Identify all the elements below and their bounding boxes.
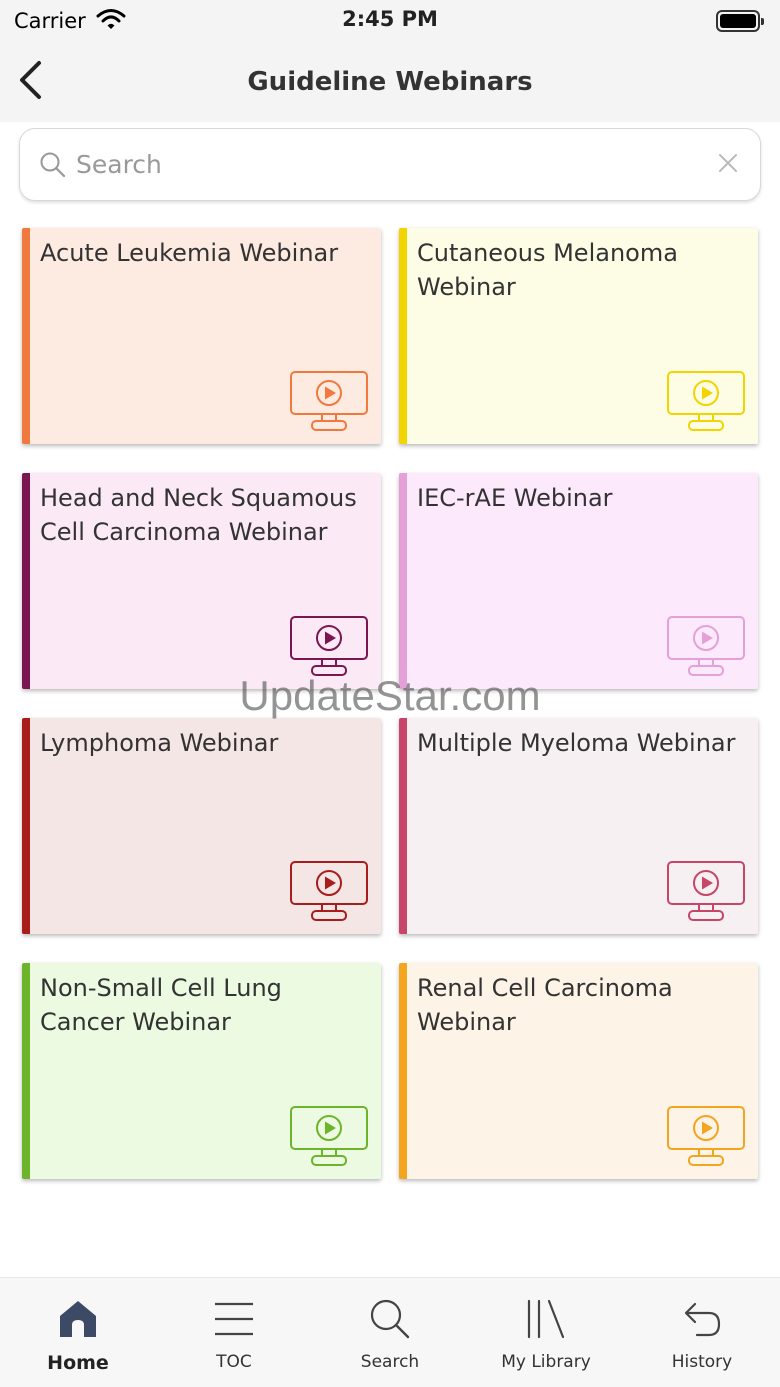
- tab-label: Home: [47, 1352, 109, 1374]
- video-monitor-icon: [289, 615, 369, 677]
- card-title: IEC-rAE Webinar: [417, 484, 613, 512]
- video-monitor-icon: [666, 1105, 746, 1167]
- search-icon: [367, 1296, 413, 1342]
- video-monitor-icon: [289, 370, 369, 432]
- card-title: Renal Cell Carcinoma Webinar: [417, 974, 673, 1036]
- webinar-card-multiple-myeloma[interactable]: Multiple Myeloma Webinar: [399, 718, 758, 934]
- tab-bar: Home TOC Search My Library History: [0, 1277, 780, 1387]
- search-icon: [36, 148, 70, 182]
- tab-label: My Library: [501, 1352, 591, 1372]
- battery-icon: [716, 10, 764, 32]
- back-button[interactable]: [10, 56, 50, 108]
- tab-history[interactable]: History: [624, 1278, 780, 1387]
- tab-my-library[interactable]: My Library: [468, 1278, 624, 1387]
- webinar-card-lymphoma[interactable]: Lymphoma Webinar: [22, 718, 381, 934]
- wifi-icon: [96, 8, 126, 35]
- search-input[interactable]: [76, 150, 708, 179]
- card-title: Lymphoma Webinar: [40, 729, 279, 757]
- card-title: Non-Small Cell Lung Cancer Webinar: [40, 974, 282, 1036]
- tab-home[interactable]: Home: [0, 1278, 156, 1387]
- status-left: Carrier: [14, 8, 126, 35]
- menu-icon: [211, 1296, 257, 1342]
- webinar-card-cutaneous-melanoma[interactable]: Cutaneous Melanoma Webinar: [399, 228, 758, 444]
- webinar-card-nsclc[interactable]: Non-Small Cell Lung Cancer Webinar: [22, 963, 381, 1179]
- video-monitor-icon: [289, 1105, 369, 1167]
- video-monitor-icon: [666, 370, 746, 432]
- carrier-label: Carrier: [14, 9, 86, 33]
- video-monitor-icon: [666, 860, 746, 922]
- close-icon: [718, 153, 738, 177]
- history-icon: [679, 1296, 725, 1342]
- status-bar: Carrier: [0, 0, 780, 42]
- clear-search-button[interactable]: [708, 145, 748, 185]
- video-monitor-icon: [289, 860, 369, 922]
- card-title: Head and Neck Squamous Cell Carcinoma We…: [40, 484, 357, 546]
- tab-label: History: [671, 1352, 733, 1372]
- webinar-card-head-and-neck[interactable]: Head and Neck Squamous Cell Carcinoma We…: [22, 473, 381, 689]
- tab-label: Search: [360, 1352, 420, 1372]
- webinar-card-iec-rae[interactable]: IEC-rAE Webinar: [399, 473, 758, 689]
- tab-toc[interactable]: TOC: [156, 1278, 312, 1387]
- library-icon: [523, 1296, 569, 1342]
- card-title: Acute Leukemia Webinar: [40, 239, 339, 267]
- webinar-card-acute-leukemia[interactable]: Acute Leukemia Webinar: [22, 228, 381, 444]
- chevron-left-icon: [17, 60, 43, 104]
- tab-search[interactable]: Search: [312, 1278, 468, 1387]
- tab-label: TOC: [216, 1352, 252, 1372]
- home-icon: [55, 1296, 101, 1342]
- video-monitor-icon: [666, 615, 746, 677]
- card-title: Multiple Myeloma Webinar: [417, 729, 736, 757]
- page-title: Guideline Webinars: [247, 67, 533, 97]
- webinar-card-renal-cell[interactable]: Renal Cell Carcinoma Webinar: [399, 963, 758, 1179]
- nav-bar: Guideline Webinars: [0, 42, 780, 122]
- card-title: Cutaneous Melanoma Webinar: [417, 239, 678, 301]
- search-box: [19, 128, 761, 201]
